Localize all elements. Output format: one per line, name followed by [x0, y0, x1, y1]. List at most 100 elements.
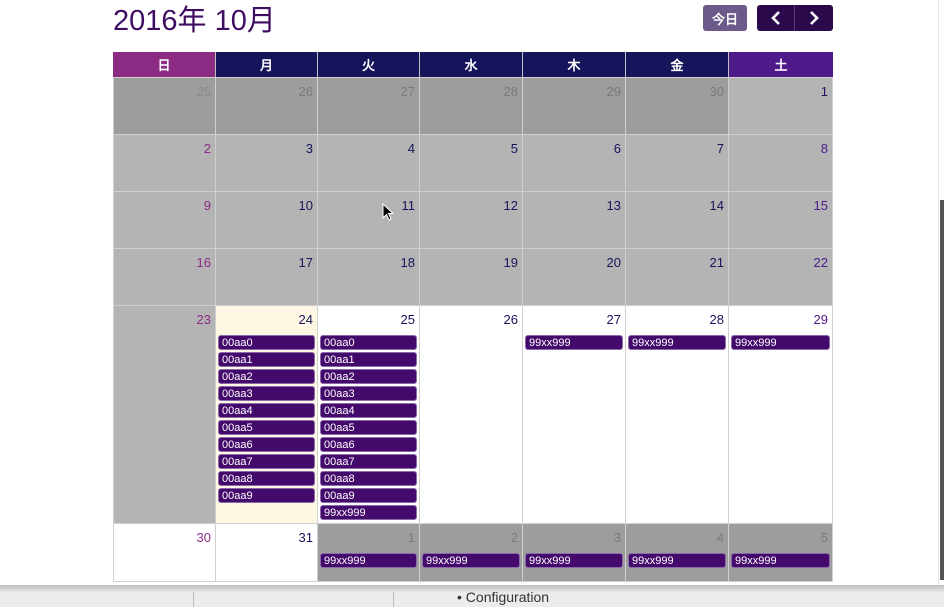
- day-cell[interactable]: 3 99xx999: [523, 524, 626, 581]
- day-number: 4: [407, 141, 415, 156]
- list-item-configuration[interactable]: • Configuration: [457, 589, 549, 605]
- event-item[interactable]: 99xx999: [422, 553, 520, 568]
- day-number: 26: [503, 312, 518, 327]
- divider: [393, 592, 394, 607]
- day-cell[interactable]: 28 99xx999: [626, 306, 729, 523]
- day-cell[interactable]: 31: [216, 524, 318, 581]
- event-item[interactable]: 00aa5: [218, 420, 315, 435]
- event-item[interactable]: 00aa1: [320, 352, 417, 367]
- day-cell[interactable]: 8: [729, 135, 833, 191]
- prev-month-button[interactable]: [757, 5, 795, 31]
- event-item[interactable]: 00aa6: [320, 437, 417, 452]
- event-item[interactable]: 00aa1: [218, 352, 315, 367]
- event-item[interactable]: 99xx999: [731, 335, 830, 350]
- week-row: 16 17 18 19 20 21 22: [113, 248, 833, 305]
- day-cell[interactable]: 18: [318, 249, 420, 305]
- day-number: 10: [298, 198, 313, 213]
- day-number: 8: [820, 141, 828, 156]
- event-item[interactable]: 99xx999: [320, 505, 417, 520]
- event-item[interactable]: 00aa2: [218, 369, 315, 384]
- day-cell[interactable]: 1: [729, 78, 833, 134]
- day-number: 1: [407, 530, 415, 545]
- event-item[interactable]: 99xx999: [525, 553, 623, 568]
- day-cell[interactable]: 30: [113, 524, 216, 581]
- vertical-scrollbar[interactable]: [940, 200, 944, 580]
- day-cell[interactable]: 3: [216, 135, 318, 191]
- day-cell[interactable]: 17: [216, 249, 318, 305]
- day-cell[interactable]: 27: [318, 78, 420, 134]
- day-cell[interactable]: 27 99xx999: [523, 306, 626, 523]
- day-cell[interactable]: 21: [626, 249, 729, 305]
- day-cell[interactable]: 10: [216, 192, 318, 248]
- day-cell[interactable]: 29 99xx999: [729, 306, 833, 523]
- day-cell[interactable]: 26: [216, 78, 318, 134]
- event-item[interactable]: 00aa8: [320, 471, 417, 486]
- event-item[interactable]: 00aa2: [320, 369, 417, 384]
- day-cell[interactable]: 20: [523, 249, 626, 305]
- day-number: 23: [196, 312, 211, 327]
- day-cell[interactable]: 5 99xx999: [729, 524, 833, 581]
- day-cell[interactable]: 26: [420, 306, 523, 523]
- day-cell[interactable]: 22: [729, 249, 833, 305]
- day-cell-today[interactable]: 24 00aa0 00aa1 00aa2 00aa3 00aa4 00aa5 0…: [216, 306, 318, 523]
- event-item[interactable]: 00aa6: [218, 437, 315, 452]
- day-cell[interactable]: 23: [113, 306, 216, 523]
- event-item[interactable]: 99xx999: [628, 553, 726, 568]
- day-cell[interactable]: 2 99xx999: [420, 524, 523, 581]
- day-number: 3: [305, 141, 313, 156]
- day-cell[interactable]: 12: [420, 192, 523, 248]
- day-cell[interactable]: 5: [420, 135, 523, 191]
- day-number: 30: [196, 530, 211, 545]
- event-item[interactable]: 00aa3: [218, 386, 315, 401]
- event-item[interactable]: 00aa4: [320, 403, 417, 418]
- day-cell[interactable]: 6: [523, 135, 626, 191]
- day-cell[interactable]: 19: [420, 249, 523, 305]
- day-cell[interactable]: 28: [420, 78, 523, 134]
- day-number: 18: [400, 255, 415, 270]
- calendar-page: { "title": "2016年 10月", "buttons": { "to…: [0, 0, 944, 607]
- day-cell[interactable]: 2: [113, 135, 216, 191]
- next-month-button[interactable]: [795, 5, 833, 31]
- event-item[interactable]: 99xx999: [525, 335, 623, 350]
- event-item[interactable]: 00aa4: [218, 403, 315, 418]
- event-item[interactable]: 00aa9: [320, 488, 417, 503]
- week-row: 25 26 27 28 29 30 1: [113, 77, 833, 134]
- event-item[interactable]: 00aa8: [218, 471, 315, 486]
- day-cell[interactable]: 25 00aa0 00aa1 00aa2 00aa3 00aa4 00aa5 0…: [318, 306, 420, 523]
- day-cell[interactable]: 4 99xx999: [626, 524, 729, 581]
- event-item[interactable]: 99xx999: [731, 553, 830, 568]
- day-cell[interactable]: 16: [113, 249, 216, 305]
- header-saturday: 土: [729, 52, 833, 77]
- day-cell[interactable]: 13: [523, 192, 626, 248]
- day-cell[interactable]: 4: [318, 135, 420, 191]
- event-item[interactable]: 00aa0: [320, 335, 417, 350]
- day-cell[interactable]: 14: [626, 192, 729, 248]
- day-cell[interactable]: 30: [626, 78, 729, 134]
- day-number: 28: [709, 312, 724, 327]
- event-item[interactable]: 00aa5: [320, 420, 417, 435]
- chevron-right-icon: [810, 11, 819, 25]
- event-item[interactable]: 99xx999: [628, 335, 726, 350]
- day-cell[interactable]: 11: [318, 192, 420, 248]
- day-number: 27: [606, 312, 621, 327]
- day-number: 5: [820, 530, 828, 545]
- event-item[interactable]: 00aa0: [218, 335, 315, 350]
- day-cell[interactable]: 29: [523, 78, 626, 134]
- event-item[interactable]: 99xx999: [320, 553, 417, 568]
- event-item[interactable]: 00aa7: [320, 454, 417, 469]
- event-item[interactable]: 00aa9: [218, 488, 315, 503]
- day-cell[interactable]: 15: [729, 192, 833, 248]
- event-item[interactable]: 00aa3: [320, 386, 417, 401]
- day-number: 5: [510, 141, 518, 156]
- day-number: 29: [606, 84, 621, 99]
- month-grid: 日 月 火 水 木 金 土 25 26 27 28 29 30 1 2 3 4 …: [113, 52, 833, 582]
- today-button[interactable]: 今日: [703, 5, 747, 31]
- day-cell[interactable]: 7: [626, 135, 729, 191]
- event-item[interactable]: 00aa7: [218, 454, 315, 469]
- day-number: 17: [298, 255, 313, 270]
- day-cell[interactable]: 1 99xx999: [318, 524, 420, 581]
- day-cell[interactable]: 25: [113, 78, 216, 134]
- day-cell[interactable]: 9: [113, 192, 216, 248]
- day-number: 21: [709, 255, 724, 270]
- day-number: 1: [820, 84, 828, 99]
